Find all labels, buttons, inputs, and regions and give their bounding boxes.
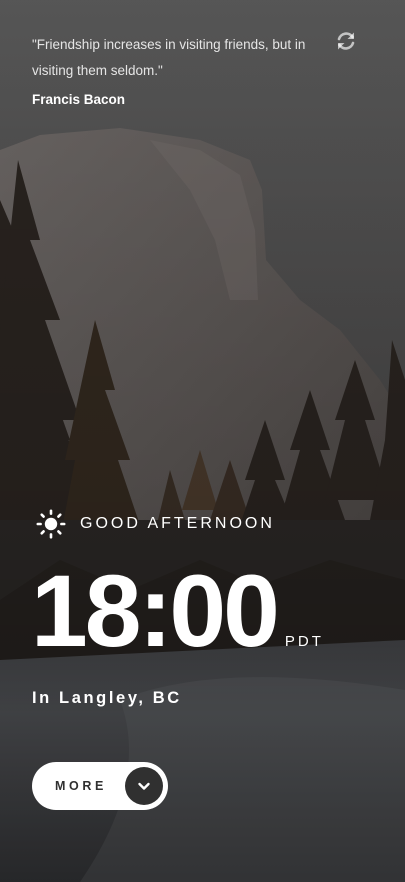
- more-button-label: MORE: [55, 779, 107, 793]
- timezone-label: PDT: [284, 633, 324, 650]
- quote-author: Francis Bacon: [32, 92, 126, 107]
- more-button-circle: [125, 767, 163, 805]
- time-display: 18:00: [31, 554, 280, 668]
- refresh-icon: [337, 32, 355, 50]
- refresh-quote-button[interactable]: [334, 29, 358, 53]
- more-button[interactable]: MORE: [32, 762, 168, 810]
- clock-app: "Friendship increases in visiting friend…: [0, 0, 405, 882]
- quote-block: "Friendship increases in visiting friend…: [32, 32, 322, 107]
- background-landscape: [0, 0, 405, 882]
- chevron-down-icon: [138, 782, 150, 790]
- location-text: In Langley, BC: [32, 689, 182, 707]
- greeting: GOOD AFTERNOON: [36, 509, 275, 539]
- sun-icon: [36, 509, 66, 539]
- greeting-text: GOOD AFTERNOON: [80, 515, 275, 532]
- quote-text: "Friendship increases in visiting friend…: [32, 37, 306, 78]
- clock: 18:00 PDT: [31, 560, 324, 662]
